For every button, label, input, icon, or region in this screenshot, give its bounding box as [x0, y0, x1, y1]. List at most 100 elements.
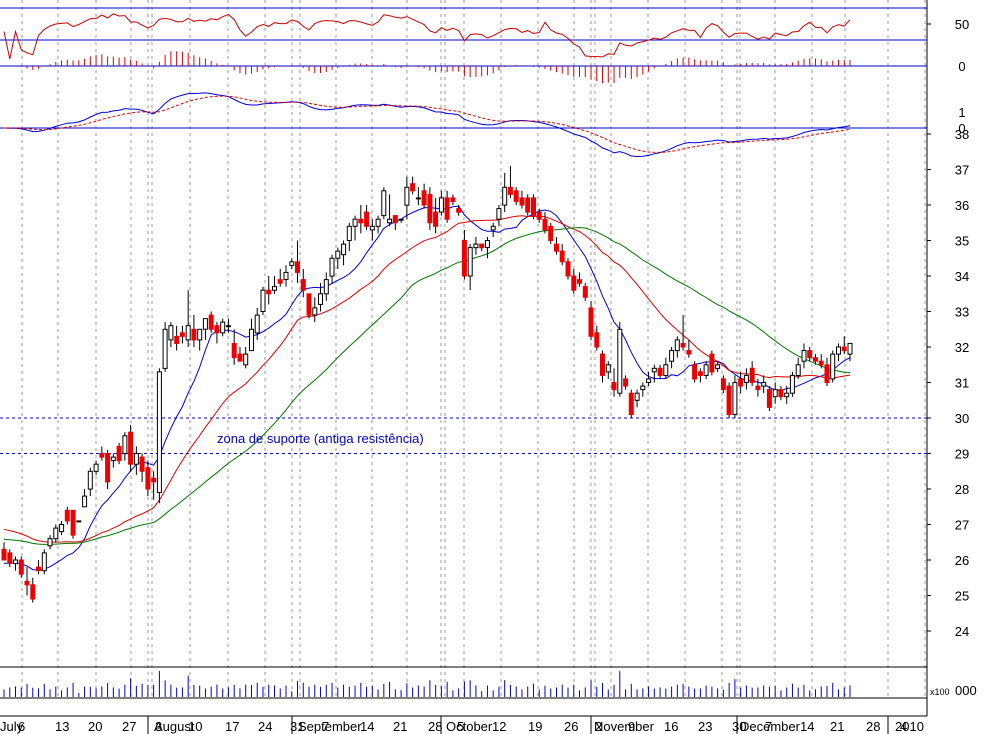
candle-body [674, 339, 680, 352]
candle-body [133, 453, 139, 465]
candle-body [813, 357, 818, 362]
date-label: 14 [800, 719, 814, 734]
candle-body [283, 271, 289, 280]
price-tick-label: 35 [955, 234, 969, 249]
candle-body [387, 218, 393, 224]
candle-body [720, 378, 726, 391]
price-tick-label: 26 [955, 553, 969, 568]
candle-body [116, 445, 122, 462]
candle-body [82, 495, 88, 508]
candle-body [375, 218, 381, 227]
candle-body [392, 215, 398, 224]
grid [21, 0, 926, 700]
price-tick-label: 28 [955, 482, 969, 497]
date-label: 10 [188, 719, 202, 734]
candle-body [519, 197, 525, 206]
date-label: 2010 [895, 719, 924, 734]
date-label: 28 [428, 719, 442, 734]
oscillator-panel [0, 7, 931, 60]
candle-body [743, 374, 749, 383]
candle-body [594, 332, 600, 348]
candle-body [185, 325, 191, 341]
candle-body [548, 225, 554, 242]
candle-body [341, 243, 347, 256]
candle-body [174, 335, 180, 344]
candle-body [531, 197, 536, 217]
candle-body [686, 350, 692, 355]
candle-body [502, 186, 508, 206]
candle-body [496, 208, 502, 220]
candle-body [59, 524, 65, 533]
candle-body [801, 350, 807, 362]
candle-body [87, 470, 93, 490]
candle-body [450, 197, 456, 202]
histogram-tick-label: 0 [958, 59, 965, 74]
price-tick-label: 27 [955, 518, 969, 533]
candle-body [243, 353, 249, 366]
candle-body [151, 477, 157, 483]
candle-body [795, 364, 801, 376]
date-label: 27 [122, 719, 136, 734]
volume-panel: x100 000 [3, 671, 977, 698]
price-axis: 24252627282930313233343536373850010 [927, 17, 969, 639]
date-label: 23 [698, 719, 712, 734]
candle-body [64, 509, 70, 522]
candle-body [761, 382, 767, 387]
support-zone-annotation: zona de suporte (antiga resistência) [217, 431, 424, 446]
candle-body [715, 364, 721, 369]
candle-body [571, 275, 577, 291]
candle-body [461, 240, 467, 277]
candle-body [381, 190, 387, 217]
candle-body [410, 183, 416, 192]
date-label: November [594, 719, 655, 734]
candle-body [646, 378, 652, 383]
candle-body [611, 382, 617, 391]
candle-body [778, 389, 784, 398]
candle-body [634, 392, 640, 401]
candle-body [490, 225, 496, 231]
candle-body [513, 190, 519, 202]
date-label: October [446, 719, 493, 734]
candle-body [202, 318, 208, 330]
candle-body [473, 243, 479, 249]
candle-body [312, 307, 318, 316]
candle-body [605, 364, 611, 373]
candle-body [709, 353, 715, 373]
date-label: 13 [55, 719, 69, 734]
candle-body [191, 328, 197, 341]
candle-body [847, 342, 853, 355]
candle-body [70, 509, 76, 536]
candle-body [179, 332, 185, 337]
candle-body [30, 584, 36, 600]
candle-body [841, 346, 847, 352]
price-tick-label: 25 [955, 589, 969, 604]
candle-body [542, 218, 548, 231]
candle-body [755, 385, 761, 391]
candle-body [295, 261, 300, 273]
date-label: 6 [18, 719, 25, 734]
macd-signal-line [4, 95, 851, 153]
macd-tick-label: 0 [958, 121, 965, 136]
macd-panel [0, 92, 927, 158]
candle-body [7, 552, 13, 565]
candle-body [830, 353, 836, 380]
candle-body [680, 342, 686, 348]
candle-body [789, 374, 795, 394]
candle-body [249, 328, 254, 352]
candle-body [415, 197, 421, 200]
candle-body [818, 360, 824, 366]
oscillator-tick-label: 50 [955, 17, 969, 32]
candle-body [110, 456, 116, 462]
candle-body [421, 190, 427, 206]
candle-body [617, 328, 623, 394]
candle-body [749, 367, 755, 383]
date-label: 7 [765, 719, 772, 734]
candle-body [807, 350, 813, 359]
candle-body [438, 197, 444, 213]
candle-body [225, 325, 231, 328]
price-tick-label: 36 [955, 198, 969, 213]
candle-body [577, 279, 582, 284]
candle-body [214, 325, 220, 334]
price-tick-label: 30 [955, 411, 969, 426]
date-label: 20 [88, 719, 102, 734]
